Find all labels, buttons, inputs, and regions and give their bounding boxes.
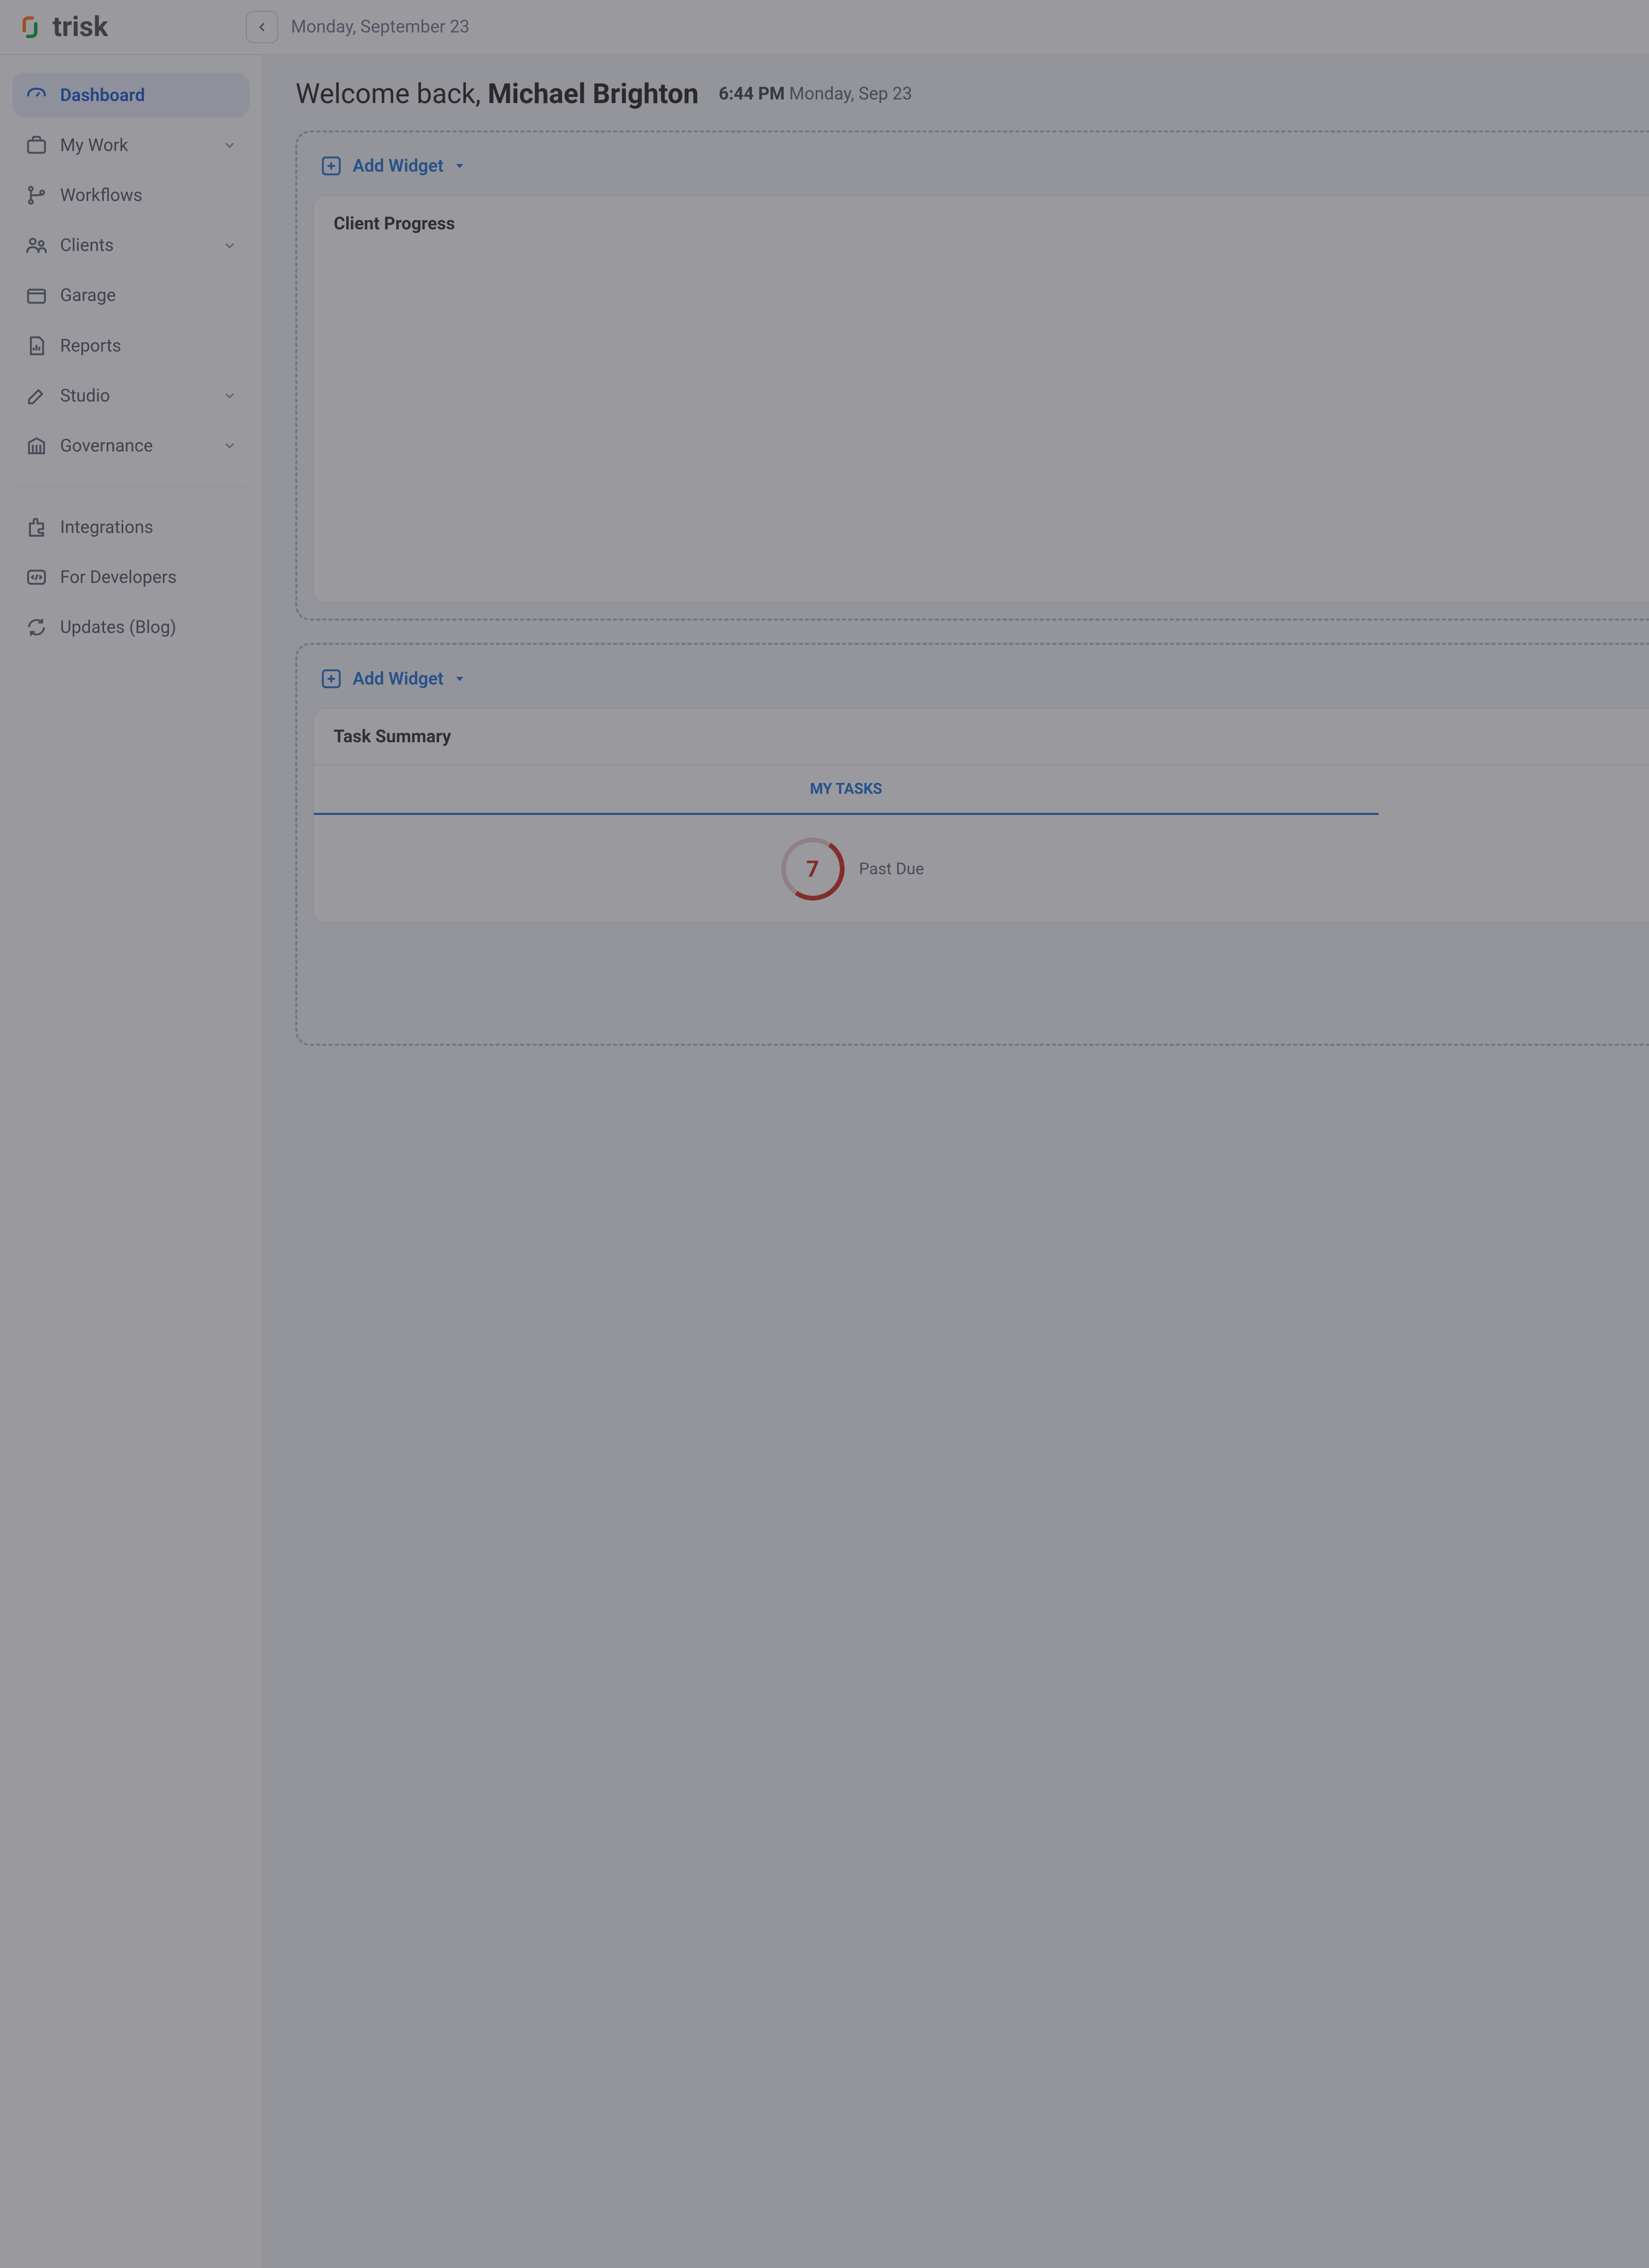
modal-overlay[interactable]: Apply Changes button ? You are going to … — [0, 0, 1649, 2268]
